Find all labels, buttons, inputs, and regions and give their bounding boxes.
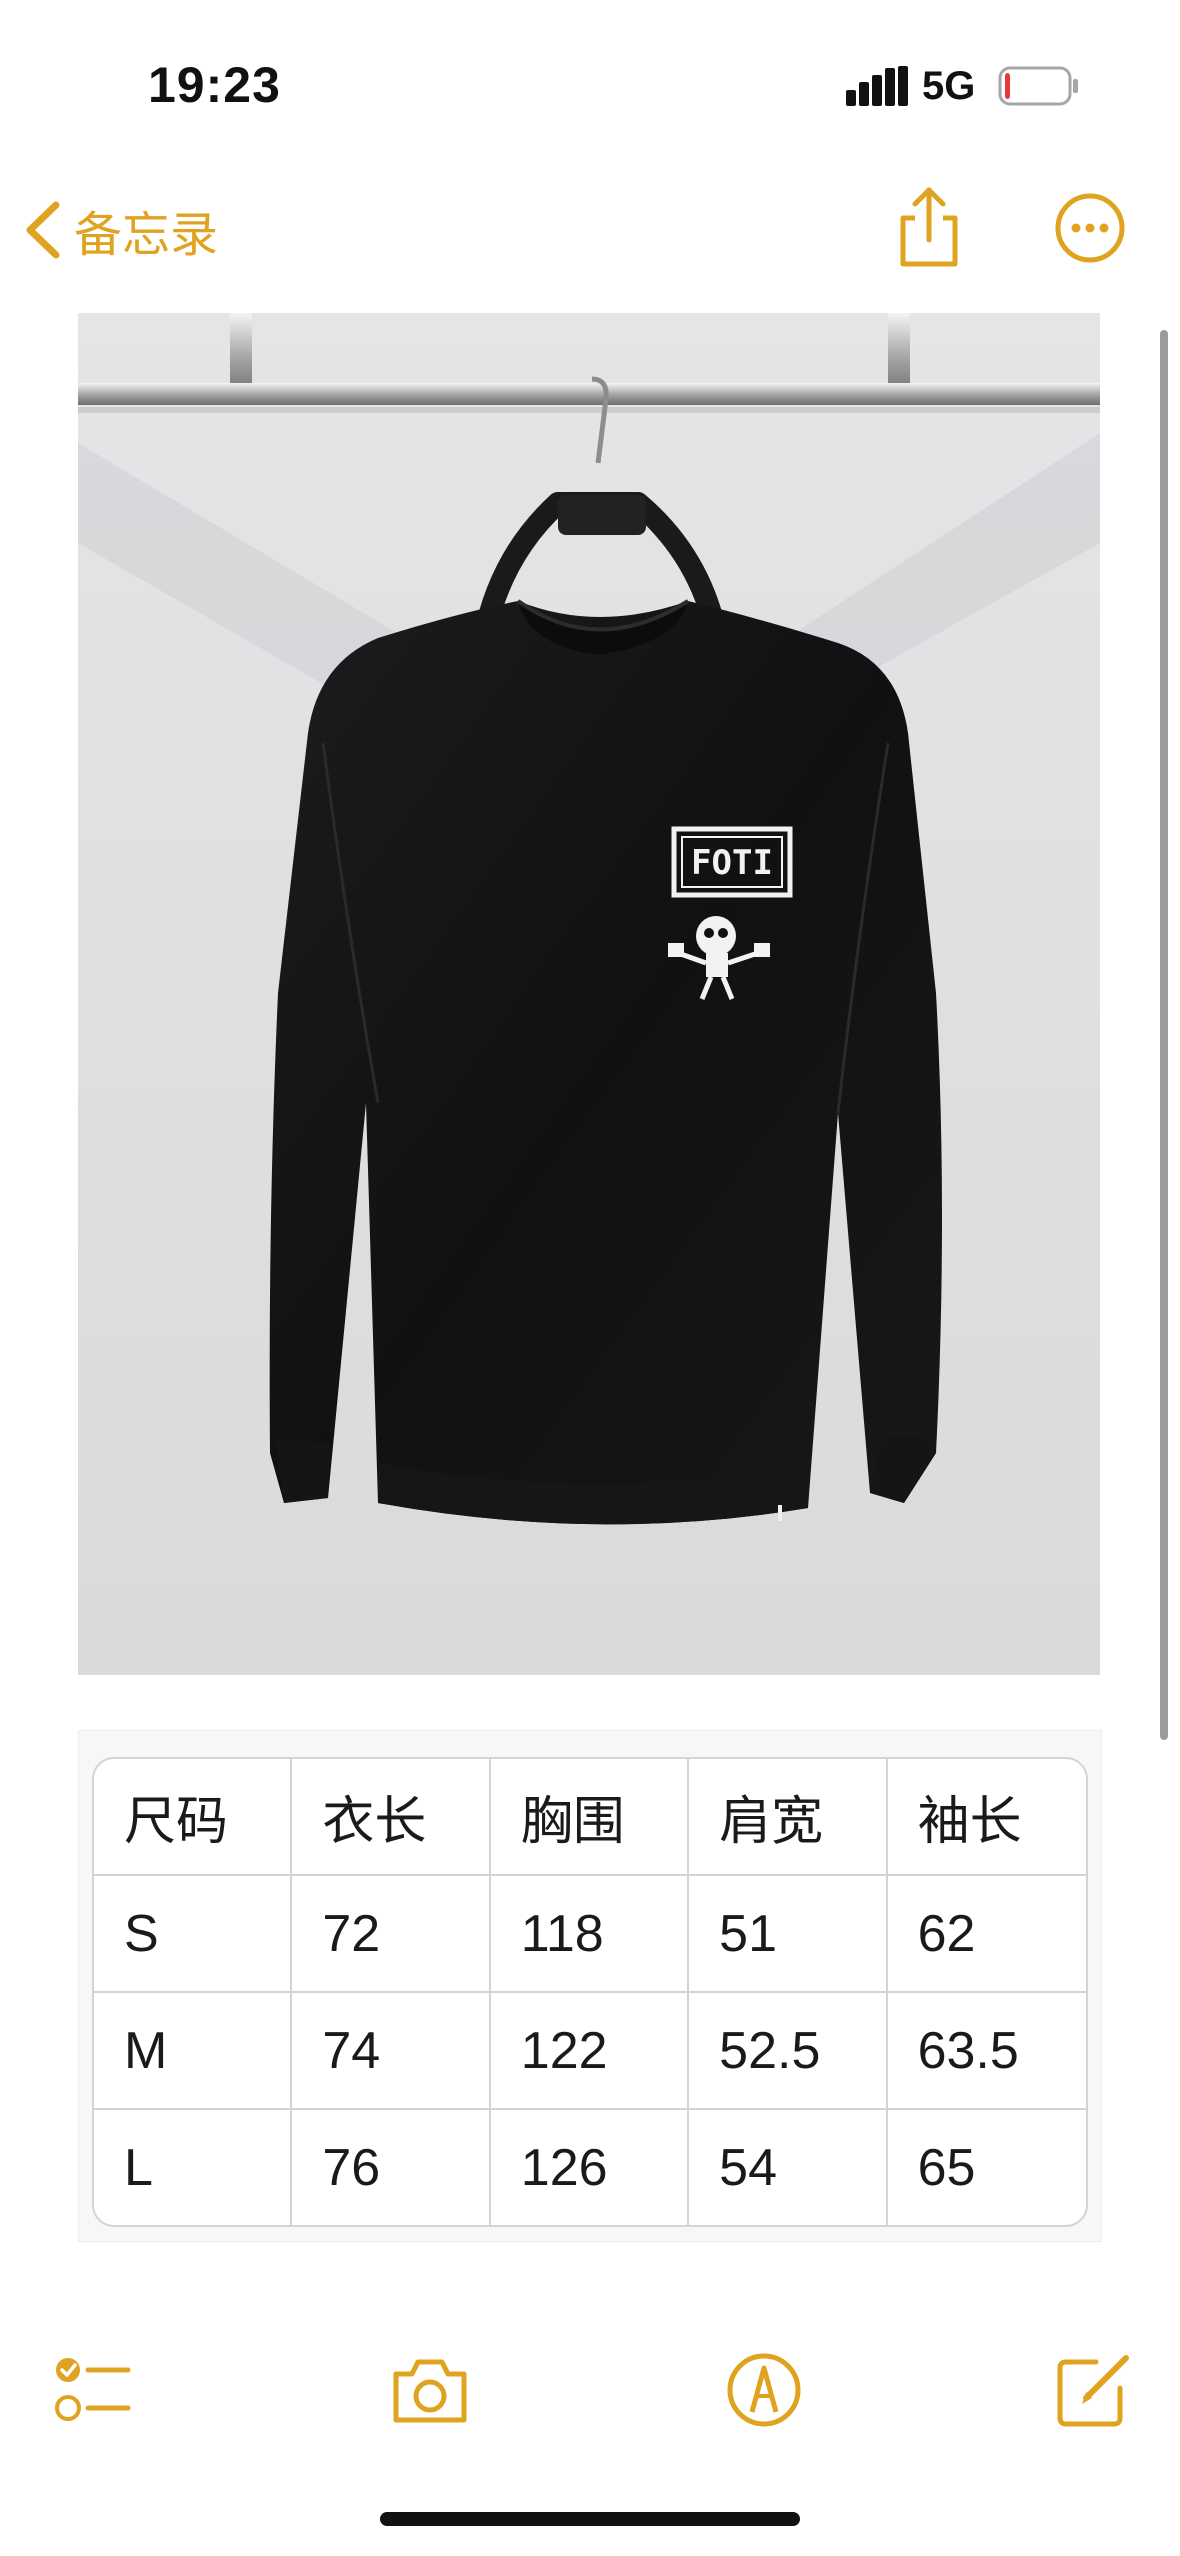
tshirt-photo[interactable]: FOTI [78, 313, 1100, 1675]
table-header-cell: 肩宽 [689, 1759, 888, 1876]
back-button[interactable]: 备忘录 [22, 192, 218, 268]
tshirt-photo-illustration: FOTI [78, 313, 1100, 1675]
svg-text:FOTI: FOTI [691, 843, 773, 883]
table-cell: 72 [292, 1876, 491, 1993]
scroll-indicator[interactable] [1160, 330, 1168, 1740]
share-icon[interactable] [893, 184, 965, 270]
battery-icon [998, 66, 1078, 106]
table-cell: 63.5 [887, 1993, 1086, 2110]
home-indicator[interactable] [380, 2512, 800, 2526]
table-cell: 74 [292, 1993, 491, 2110]
table-header-cell: 胸围 [490, 1759, 690, 1876]
table-cell: L [94, 2110, 293, 2225]
size-table: 尺码 衣长 胸围 肩宽 袖长 S 72 118 51 62 M 74 122 5… [92, 1757, 1088, 2227]
table-cell: 65 [917, 2138, 976, 2197]
table-cell: 51 [689, 1876, 888, 1993]
chevron-left-icon [26, 201, 60, 259]
table-header-cell: 衣长 [292, 1759, 491, 1876]
table-header-cell: 尺码 [94, 1759, 293, 1876]
status-bar: 19:23 5G [0, 0, 1180, 170]
markup-pen-icon[interactable] [724, 2350, 804, 2430]
navigation-bar: 备忘录 [0, 170, 1180, 290]
table-header-row: 尺码 衣长 胸围 肩宽 袖长 [94, 1759, 1086, 1876]
table-row: S 72 118 51 62 [94, 1876, 1086, 1993]
network-type: 5G [922, 64, 976, 108]
checklist-icon[interactable] [52, 2350, 134, 2430]
table-cell: 62 [887, 1876, 1086, 1993]
more-ellipsis-icon[interactable] [1054, 192, 1126, 264]
table-cell: S [94, 1876, 293, 1993]
table-row: L 76 126 54 65 [94, 2110, 1086, 2225]
table-cell: 76 [292, 2110, 491, 2225]
camera-icon[interactable] [388, 2350, 472, 2430]
table-header-cell: 袖长 [887, 1759, 1086, 1876]
table-cell: 52.5 [689, 1993, 888, 2110]
table-cell: 126 [491, 2110, 690, 2225]
back-label: 备忘录 [74, 207, 219, 263]
compose-icon[interactable] [1052, 2350, 1134, 2432]
table-cell: M [94, 1993, 293, 2110]
table-cell: 54 [689, 2110, 888, 2225]
bottom-toolbar [0, 2330, 1180, 2450]
size-table-container: 尺码 衣长 胸围 肩宽 袖长 S 72 118 51 62 M 74 122 5… [78, 1730, 1102, 2242]
table-row: M 74 122 52.5 63.5 [94, 1993, 1086, 2110]
status-time: 19:23 [148, 57, 281, 113]
cellular-signal-icon [846, 66, 908, 106]
table-cell: 122 [490, 1993, 690, 2110]
table-cell: 118 [490, 1876, 690, 1993]
